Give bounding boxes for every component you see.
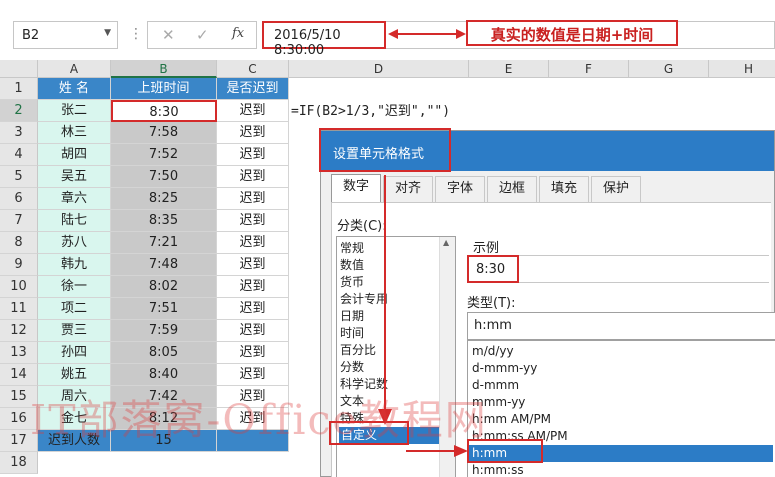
- type-item[interactable]: mmm-yy: [472, 394, 772, 411]
- insert-function-icon[interactable]: fx: [232, 26, 244, 41]
- time-cell[interactable]: 7:21: [111, 232, 217, 254]
- cancel-icon[interactable]: ✕: [162, 26, 175, 44]
- name-cell[interactable]: 林三: [38, 122, 111, 144]
- formula-text-d2[interactable]: =IF(B2>1/3,"迟到",""): [291, 100, 450, 119]
- name-cell[interactable]: 陆七: [38, 210, 111, 232]
- row-header[interactable]: 9: [0, 254, 38, 276]
- late-cell[interactable]: 迟到: [217, 144, 289, 166]
- row-header[interactable]: 10: [0, 276, 38, 298]
- row-header[interactable]: 2: [0, 100, 38, 122]
- row-header[interactable]: 14: [0, 364, 38, 386]
- type-input[interactable]: h:mm: [467, 312, 775, 340]
- late-cell[interactable]: 迟到: [217, 254, 289, 276]
- late-cell[interactable]: 迟到: [217, 188, 289, 210]
- column-header-a[interactable]: A: [38, 60, 111, 78]
- late-cell[interactable]: 迟到: [217, 232, 289, 254]
- sample-value: 8:30: [467, 255, 519, 283]
- late-cell[interactable]: 迟到: [217, 298, 289, 320]
- column-header-d[interactable]: D: [289, 60, 469, 78]
- time-cell[interactable]: 8:35: [111, 210, 217, 232]
- row-header[interactable]: 12: [0, 320, 38, 342]
- name-cell[interactable]: 苏八: [38, 232, 111, 254]
- time-cell[interactable]: 7:52: [111, 144, 217, 166]
- name-cell[interactable]: 贾三: [38, 320, 111, 342]
- formula-value[interactable]: 2016/5/10 8:30:00: [262, 21, 386, 58]
- watermark: IT部落窝-Office教程网: [30, 396, 488, 444]
- row-header[interactable]: 18: [0, 452, 38, 474]
- column-header-g[interactable]: G: [629, 60, 709, 78]
- name-cell[interactable]: 项二: [38, 298, 111, 320]
- row-header[interactable]: 13: [0, 342, 38, 364]
- time-cell[interactable]: 7:58: [111, 122, 217, 144]
- header-cell-name[interactable]: 姓 名: [38, 78, 111, 100]
- time-cell[interactable]: 8:02: [111, 276, 217, 298]
- type-item[interactable]: m/d/yy: [472, 343, 772, 360]
- late-cell[interactable]: 迟到: [217, 166, 289, 188]
- type-item[interactable]: h:mm AM/PM: [472, 411, 772, 428]
- chevron-down-icon[interactable]: ▼: [104, 28, 111, 38]
- time-cell[interactable]: 8:05: [111, 342, 217, 364]
- formula-buttons: ✕ ✓ fx: [147, 21, 257, 49]
- type-label: 类型(T):: [467, 296, 516, 311]
- annotation-note: 真实的数值是日期+时间: [466, 20, 678, 46]
- time-cell[interactable]: 7:59: [111, 320, 217, 342]
- late-cell[interactable]: 迟到: [217, 320, 289, 342]
- time-cell[interactable]: 8:30: [111, 100, 217, 122]
- name-cell[interactable]: 姚五: [38, 364, 111, 386]
- type-item[interactable]: d-mmm-yy: [472, 360, 772, 377]
- sample-label: 示例: [473, 241, 500, 256]
- formula-bar: B2 ▼ ⋮ ✕ ✓ fx 2016/5/10 8:30:00 真实的数值是日期…: [0, 0, 775, 60]
- type-item[interactable]: d-mmm: [472, 377, 772, 394]
- tab-border[interactable]: 边框: [487, 176, 537, 202]
- enter-icon[interactable]: ✓: [196, 26, 209, 44]
- row-header[interactable]: 5: [0, 166, 38, 188]
- scroll-up-icon[interactable]: ▲: [443, 238, 449, 247]
- header-cell-late[interactable]: 是否迟到: [217, 78, 289, 100]
- row-header[interactable]: 11: [0, 298, 38, 320]
- time-cell[interactable]: 7:51: [111, 298, 217, 320]
- tab-number[interactable]: 数字: [331, 174, 381, 202]
- name-cell[interactable]: 孙四: [38, 342, 111, 364]
- name-cell[interactable]: 徐一: [38, 276, 111, 298]
- row-header[interactable]: 1: [0, 78, 38, 100]
- column-header-e[interactable]: E: [469, 60, 549, 78]
- row-header[interactable]: 7: [0, 210, 38, 232]
- time-cell[interactable]: 8:25: [111, 188, 217, 210]
- name-cell[interactable]: 韩九: [38, 254, 111, 276]
- time-cell[interactable]: 7:48: [111, 254, 217, 276]
- row-header[interactable]: 6: [0, 188, 38, 210]
- name-cell[interactable]: 张二: [38, 100, 111, 122]
- late-cell[interactable]: 迟到: [217, 100, 289, 122]
- column-header-b[interactable]: B: [111, 60, 217, 78]
- late-cell[interactable]: 迟到: [217, 122, 289, 144]
- tab-protection[interactable]: 保护: [591, 176, 641, 202]
- time-cell[interactable]: 8:40: [111, 364, 217, 386]
- tab-fill[interactable]: 填充: [539, 176, 589, 202]
- column-header-f[interactable]: F: [549, 60, 629, 78]
- name-cell[interactable]: 章六: [38, 188, 111, 210]
- type-item[interactable]: h:mm:ss: [472, 462, 772, 477]
- late-cell[interactable]: 迟到: [217, 342, 289, 364]
- time-cell[interactable]: 7:50: [111, 166, 217, 188]
- late-cell[interactable]: 迟到: [217, 210, 289, 232]
- name-cell[interactable]: 吴五: [38, 166, 111, 188]
- column-header-h[interactable]: H: [709, 60, 775, 78]
- row-header[interactable]: 8: [0, 232, 38, 254]
- name-box[interactable]: B2 ▼: [13, 21, 118, 49]
- header-cell-time[interactable]: 上班时间: [111, 78, 217, 100]
- row-header[interactable]: 3: [0, 122, 38, 144]
- title-highlight-box: [319, 128, 451, 172]
- select-all-corner[interactable]: [0, 60, 38, 78]
- double-arrow-icon: [388, 29, 466, 39]
- tab-font[interactable]: 字体: [435, 176, 485, 202]
- name-cell[interactable]: 胡四: [38, 144, 111, 166]
- row-header[interactable]: 4: [0, 144, 38, 166]
- column-header-c[interactable]: C: [217, 60, 289, 78]
- name-box-value: B2: [22, 28, 40, 43]
- late-cell[interactable]: 迟到: [217, 276, 289, 298]
- more-icon: ⋮: [129, 26, 143, 42]
- late-cell[interactable]: 迟到: [217, 364, 289, 386]
